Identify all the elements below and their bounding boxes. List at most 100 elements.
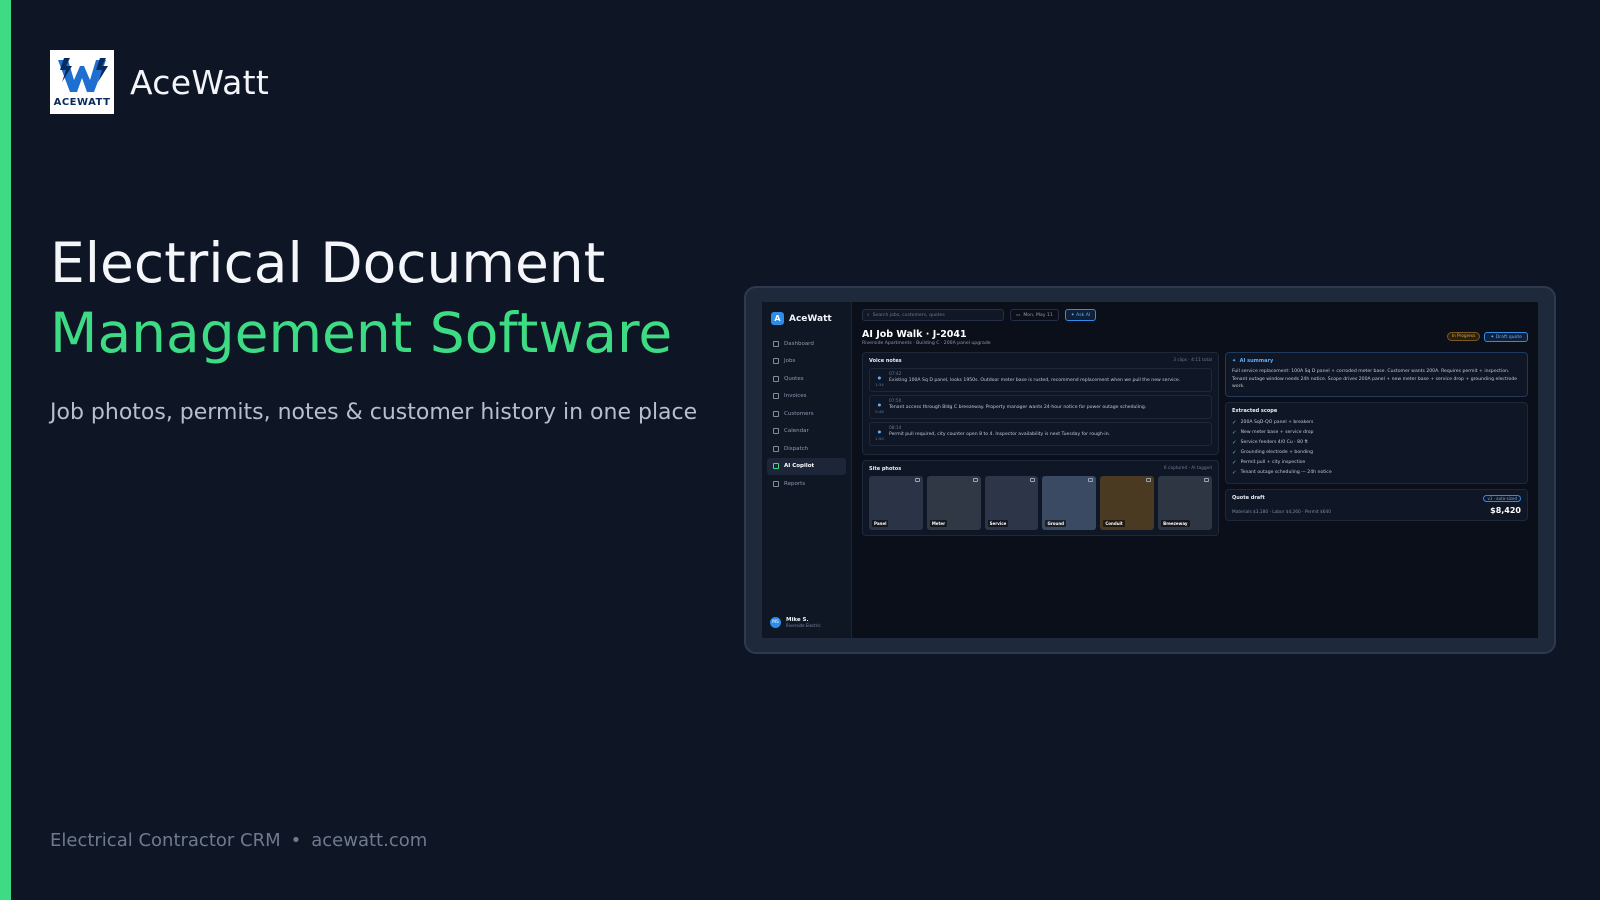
job-subtitle: Riverside Apartments · Building C · 200A… [862, 341, 991, 346]
sidebar-item-jobs[interactable]: Jobs [767, 353, 846, 370]
photo-tag: Meter [929, 520, 948, 527]
scope-item-text: Service feeders 4/0 Cu · 80 ft [1240, 440, 1308, 445]
voice-note-duration: 1:34 [875, 382, 884, 387]
site-photo-ground[interactable]: Ground [1042, 476, 1097, 530]
truck-icon [773, 445, 779, 452]
voice-note-text: Tenant access through Bldg C breezeway. … [889, 405, 1147, 410]
search-placeholder: Search jobs, customers, quotes [872, 312, 945, 318]
voice-notes-card: Voice notes 3 clips · 4:11 total ● 1:34 07… [862, 352, 1219, 455]
scope-item: ✓ Grounding electrode + bonding [1232, 448, 1521, 458]
sidebar-logo[interactable]: A AceWatt [767, 312, 846, 335]
sidebar-item-invoices[interactable]: Invoices [767, 388, 846, 405]
sidebar-item-label: AI Copilot [784, 463, 815, 469]
footer: Electrical Contractor CRM • acewatt.com [50, 830, 427, 851]
photo-tag: Panel [872, 520, 889, 527]
sidebar-item-label: Calendar [784, 428, 809, 434]
sidebar-user[interactable]: MS Mike S. Riverside Electric [770, 617, 821, 628]
voice-note-body: 07:42 Existing 100A Sq D panel, looks 195… [889, 372, 1180, 388]
calendar-icon: ▭ [1016, 312, 1021, 318]
camera-icon [1088, 478, 1094, 482]
sidebar-item-customers[interactable]: Customers [767, 405, 846, 422]
job-title: AI Job Walk · J-2041 [862, 329, 967, 340]
quote-version-badge: v1 · auto-sized [1483, 494, 1521, 502]
quote-total: $8,420 [1490, 505, 1521, 515]
job-header: AI Job Walk · J-2041 Riverside Apartment… [862, 329, 1528, 346]
check-icon: ✓ [1232, 419, 1237, 426]
voice-note[interactable]: ● 1:34 07:42 Existing 100A Sq D panel, look… [869, 368, 1212, 392]
sidebar-item-dashboard[interactable]: Dashboard [767, 335, 846, 352]
ai-summary-card: ✦ AI summary Full service replacement: 1… [1225, 352, 1528, 397]
ai-summary-text: Full service replacement: 100A Sq D pane… [1232, 369, 1518, 389]
sidebar-item-ai-copilot[interactable]: AI Copilot [767, 457, 846, 475]
voice-notes-meta: 3 clips · 4:11 total [1173, 358, 1212, 363]
sidebar-item-label: Reports [784, 480, 806, 487]
lightning-w-logo-icon [58, 58, 108, 92]
calendar-icon [773, 428, 779, 434]
sidebar-item-dispatch[interactable]: Dispatch [767, 440, 846, 457]
content-columns: Voice notes 3 clips · 4:11 total ● 1:34 07… [862, 352, 1528, 541]
sidebar-item-calendar[interactable]: Calendar [767, 423, 846, 440]
camera-icon [914, 478, 920, 482]
avatar: MS [770, 617, 781, 628]
scope-item: ✓ Service feeders 4/0 Cu · 80 ft [1232, 438, 1521, 448]
acewatt-logo: ACEWATT [50, 50, 114, 114]
voice-note-body: 07:50 Tenant access through Bldg C breeze… [889, 399, 1146, 415]
logo-wordmark: ACEWATT [53, 97, 111, 108]
headline: Electrical Document Management Software [50, 228, 672, 368]
camera-icon [1203, 478, 1209, 482]
camera-icon [1146, 478, 1152, 482]
photo-tag: Breezeway [1161, 520, 1190, 527]
voice-note-text: Permit pull required, city counter open … [889, 432, 1111, 437]
voice-note-body: 08:14 Permit pull required, city counter … [889, 426, 1110, 442]
ask-ai-button[interactable]: ✦ Ask AI [1064, 309, 1097, 321]
scope-item-text: Grounding electrode + bonding [1240, 450, 1314, 455]
check-icon: ✓ [1232, 439, 1237, 446]
user-icon [773, 410, 779, 417]
scope-item: ✓ Permit pull + city inspection [1232, 458, 1521, 468]
sparkle-icon [773, 463, 779, 469]
sidebar: A AceWatt Dashboard Jobs Quotes Invoices Cus… [762, 302, 852, 638]
left-column: Voice notes 3 clips · 4:11 total ● 1:34 07… [862, 352, 1219, 541]
right-column: ✦ AI summary Full service replacement: 1… [1225, 352, 1528, 541]
camera-icon [1030, 478, 1036, 482]
user-company: Riverside Electric [786, 623, 821, 628]
quote-breakdown: Materials $3,180 · Labor $4,260 · Permit… [1232, 509, 1331, 515]
voice-note-duration: 1:50 [875, 436, 884, 441]
site-photos-title: Site photos [869, 466, 902, 472]
site-photo-panel[interactable]: Panel [869, 476, 923, 530]
date-picker[interactable]: ▭ Mon, May 11 [1010, 309, 1059, 321]
site-photos-card: Site photos 6 captured · AI tagged Panel… [862, 460, 1219, 536]
subheadline: Job photos, permits, notes & customer hi… [50, 400, 698, 425]
status-badge: In Progress [1446, 332, 1481, 341]
site-photo-service[interactable]: Service [984, 476, 1039, 530]
job-actions: In Progress ✦ Draft quote [1446, 332, 1528, 342]
voice-notes-list: ● 1:34 07:42 Existing 100A Sq D panel, look… [869, 368, 1212, 446]
draft-quote-button[interactable]: ✦ Draft quote [1484, 332, 1528, 342]
document-icon [773, 375, 779, 382]
microphone-icon: ● 1:34 [875, 375, 884, 387]
footer-website: acewatt.com [311, 830, 428, 851]
photo-tag: Service [987, 520, 1009, 527]
site-photo-conduit[interactable]: Conduit [1100, 476, 1155, 530]
sidebar-item-label: Jobs [784, 358, 796, 364]
headline-line-1: Electrical Document [50, 231, 606, 295]
search-input[interactable]: ⌕ Search jobs, customers, quotes [862, 309, 1004, 321]
draft-quote-label: Draft quote [1495, 334, 1522, 340]
extracted-scope-title: Extracted scope [1232, 407, 1278, 414]
site-photos-meta: 6 captured · AI tagged [1163, 466, 1212, 471]
site-photo-meter[interactable]: Meter [926, 476, 981, 530]
scope-item: ✓ Tenant outage scheduling — 24h notice [1232, 468, 1521, 478]
search-icon: ⌕ [867, 313, 870, 318]
voice-note[interactable]: ● 1:50 08:14 Permit pull required, city cou… [869, 422, 1212, 446]
scope-item-text: 200A SqD-QO panel + breakers [1240, 420, 1314, 425]
briefcase-icon [773, 358, 779, 364]
voice-note[interactable]: ● 0:48 07:50 Tenant access through Bldg C b… [869, 395, 1212, 419]
footer-separator: • [290, 830, 302, 851]
site-photo-breezeway[interactable]: Breezeway [1158, 476, 1212, 530]
photo-grid: Panel Meter Service Ground Conduit Breezeway [869, 476, 1212, 530]
ai-summary-title: ✦ AI summary [1232, 358, 1273, 364]
sidebar-item-reports[interactable]: Reports [767, 475, 846, 492]
app-logo-name: AceWatt [789, 313, 832, 324]
sidebar-item-quotes[interactable]: Quotes [767, 370, 846, 387]
quote-draft-card[interactable]: Quote draft v1 · auto-sized Materials $3… [1225, 488, 1528, 521]
